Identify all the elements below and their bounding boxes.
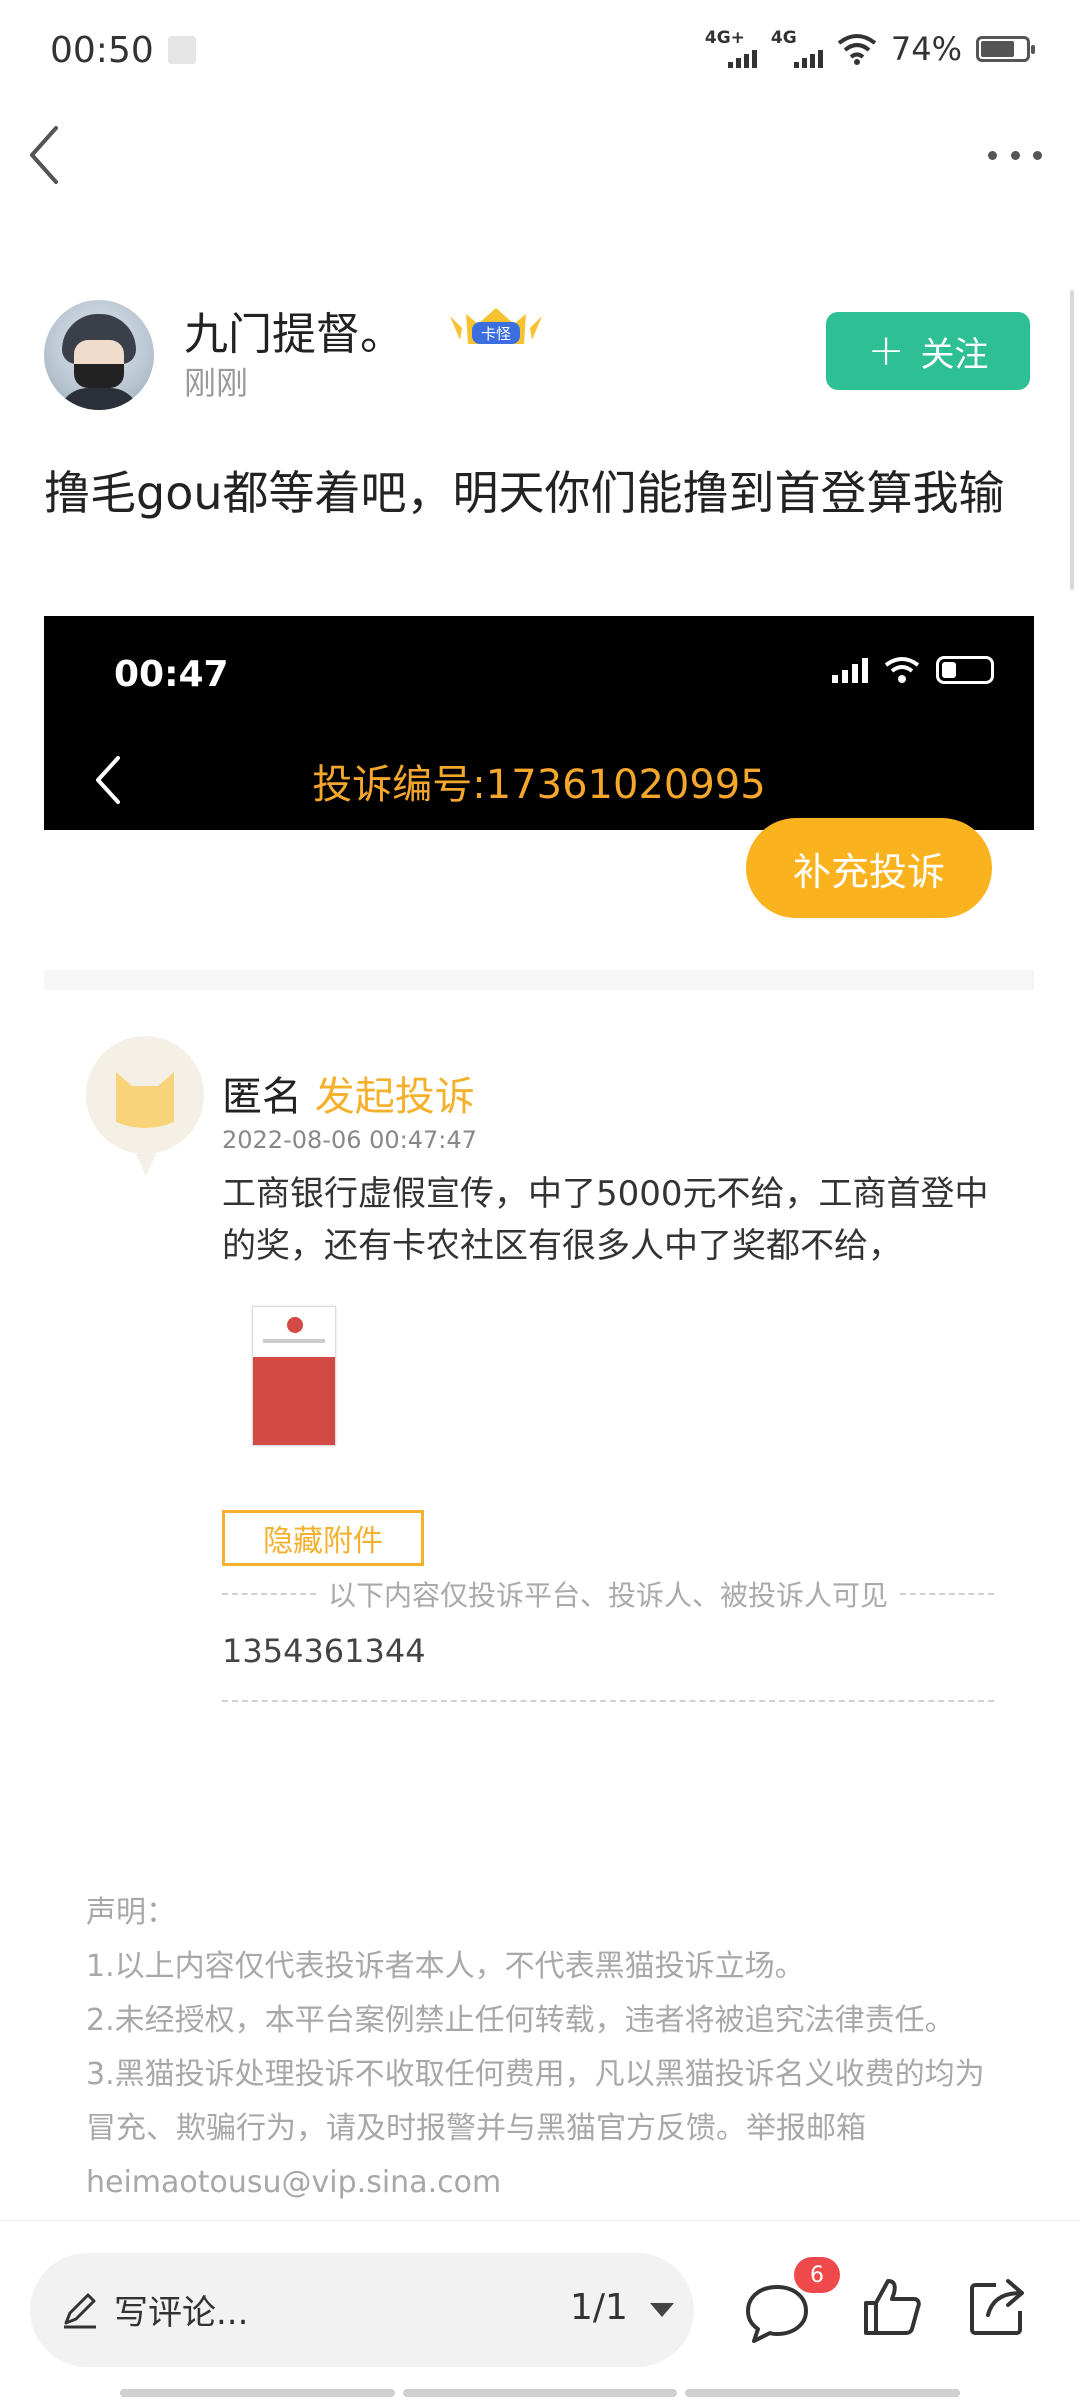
follow-label: 关注 — [920, 334, 989, 375]
complaint-date: 2022-08-06 00:47:47 — [222, 1126, 477, 1154]
post-image[interactable]: 00:47 投诉编号:17361020995 — [44, 616, 1034, 830]
status-right: 4G+ 4G 74% — [705, 28, 1035, 68]
status-time: 00:50 — [50, 30, 154, 71]
thumbs-up-icon[interactable] — [860, 2275, 924, 2339]
complaint-text: 工商银行虚假宣传，中了5000元不给，工商首登中的奖，还有卡农社区有很多人中了奖… — [222, 1174, 989, 1266]
signal-4g-icon: 4G — [771, 28, 823, 68]
comment-placeholder: 写评论... — [114, 2293, 249, 2333]
hide-attachment-button[interactable]: 隐藏附件 — [222, 1510, 424, 1566]
pen-icon — [64, 2293, 96, 2329]
image-status-icons — [832, 656, 994, 684]
wifi-icon — [837, 34, 877, 65]
bottom-bar: 写评论... 1/1 6 — [0, 2220, 1080, 2400]
battery-icon — [936, 656, 994, 684]
disclaimer-title: 声明： — [86, 1895, 176, 1930]
back-button[interactable] — [24, 120, 84, 190]
plus-icon: + — [867, 325, 905, 376]
private-end-divider — [222, 1700, 994, 1702]
disclaimer-line-3: 3.黑猫投诉处理投诉不收取任何费用，凡以黑猫投诉名义收费的均为冒充、欺骗行为，请… — [86, 2057, 985, 2200]
notification-icon — [168, 36, 196, 64]
complaint-number-title: 投诉编号:17361020995 — [312, 762, 766, 808]
wifi-icon — [884, 657, 920, 683]
top-nav — [0, 100, 1080, 210]
attachment-thumbnail[interactable] — [252, 1306, 336, 1446]
private-notice-text: 以下内容仅投诉平台、投诉人、被投诉人可见 — [328, 1579, 889, 1612]
share-icon[interactable] — [966, 2275, 1030, 2339]
more-dots-icon — [988, 150, 997, 160]
follow-button[interactable]: + 关注 — [826, 312, 1030, 390]
post-text: 撸毛gou都等着吧，明天你们能撸到首登算我输 — [44, 466, 1005, 520]
crown-badge-icon: 卡怪 — [450, 308, 542, 344]
comment-count-badge: 6 — [794, 2257, 840, 2293]
caret-down-icon[interactable] — [650, 2303, 674, 2317]
author-avatar[interactable] — [44, 300, 154, 410]
disclaimer: 声明： 1.以上内容仅代表投诉者本人，不代表黑猫投诉立场。 2.未经授权，本平台… — [86, 1886, 1006, 2210]
author-name[interactable]: 九门提督。 — [184, 298, 404, 362]
cat-icon — [116, 1072, 174, 1128]
comment-input[interactable]: 写评论... 1/1 — [30, 2253, 694, 2367]
battery-percent: 74% — [890, 30, 962, 68]
complaint-header: 匿名 发起投诉 — [222, 1064, 475, 1122]
chevron-left-icon — [30, 126, 58, 184]
private-value: 1354361344 — [222, 1632, 426, 1670]
page-indicator[interactable]: 1/1 — [570, 2287, 628, 2328]
section-divider — [44, 970, 1034, 990]
complaint-author: 匿名 — [222, 1074, 302, 1120]
cat-avatar — [86, 1036, 204, 1176]
scroll-indicator — [1070, 290, 1074, 590]
signal-icon — [832, 657, 868, 683]
supplement-complaint-button[interactable]: 补充投诉 — [746, 818, 992, 918]
comment-icon[interactable] — [742, 2281, 812, 2345]
battery-icon — [976, 36, 1035, 62]
disclaimer-line-1: 1.以上内容仅代表投诉者本人，不代表黑猫投诉立场。 — [86, 1949, 805, 1984]
disclaimer-line-2: 2.未经授权，本平台案例禁止任何转载，违者将被追究法律责任。 — [86, 2003, 955, 2038]
more-button[interactable] — [980, 130, 1050, 180]
post-time: 刚刚 — [184, 364, 249, 402]
image-status-time: 00:47 — [114, 654, 229, 695]
signal-4g-plus-icon: 4G+ — [705, 28, 757, 68]
svg-text:卡怪: 卡怪 — [481, 325, 511, 343]
home-indicator — [120, 2389, 961, 2397]
private-notice: 以下内容仅投诉平台、投诉人、被投诉人可见 — [222, 1576, 995, 1612]
status-bar: 00:50 4G+ 4G 74% — [0, 0, 1080, 100]
complaint-action: 发起投诉 — [314, 1074, 475, 1120]
